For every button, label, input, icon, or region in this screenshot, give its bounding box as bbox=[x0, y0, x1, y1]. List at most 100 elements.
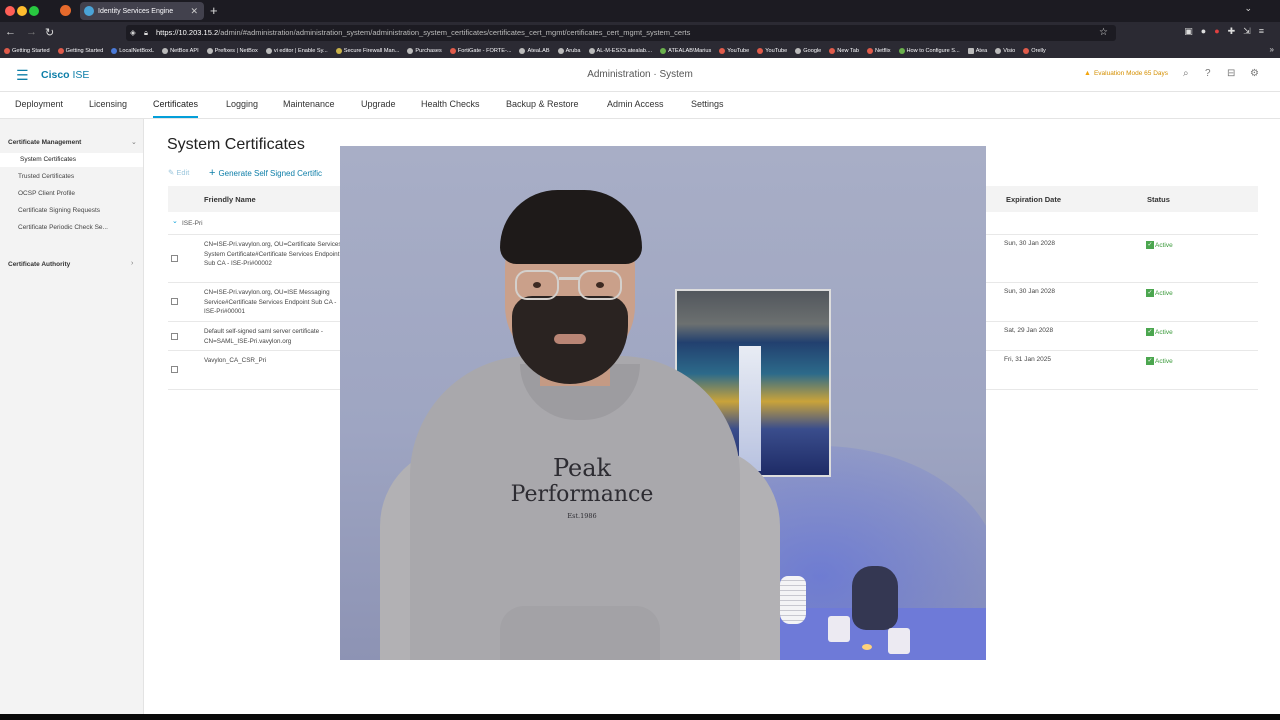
bookmark-item[interactable]: How to Configure S... bbox=[898, 48, 960, 54]
right-eye bbox=[596, 282, 604, 288]
certificate-name[interactable]: CN=ISE-Pri.vavylon.org, OU=Certificate S… bbox=[204, 240, 342, 269]
help-icon[interactable]: ? bbox=[1205, 68, 1211, 79]
pocket-icon[interactable]: ▣ bbox=[1184, 26, 1201, 36]
browser-tab-ise[interactable]: Identity Services Engine ✕ bbox=[80, 2, 204, 20]
shield-icon[interactable]: ◈ bbox=[130, 25, 136, 41]
bookmark-item[interactable]: LocalNetBoxL bbox=[111, 48, 154, 54]
column-status[interactable]: Status bbox=[1147, 195, 1170, 204]
bookmarks-overflow-icon[interactable]: » bbox=[1270, 45, 1274, 54]
bookmark-item[interactable]: YouTube bbox=[757, 48, 787, 54]
notifications-icon[interactable]: ⊟ bbox=[1227, 68, 1235, 79]
url-host: https://10.203.15.2 bbox=[156, 28, 219, 37]
url-bar[interactable]: ◈ 🔒︎ https://10.203.15.2/admin/#administ… bbox=[126, 25, 1116, 41]
glasses-bridge bbox=[559, 277, 579, 280]
bookmark-item[interactable]: Aruba bbox=[557, 48, 581, 54]
extension-icon[interactable]: ● bbox=[1214, 26, 1227, 36]
bookmark-item[interactable]: Netflix bbox=[866, 48, 891, 54]
maximize-window-button[interactable] bbox=[29, 6, 39, 16]
row-checkbox[interactable] bbox=[171, 366, 178, 373]
edit-button[interactable]: ✎ Edit bbox=[168, 168, 189, 177]
bookmark-item[interactable]: Secure Firewall Man... bbox=[335, 48, 399, 54]
sidebar-section-certificate-management[interactable]: Certificate Management bbox=[8, 139, 81, 146]
firefox-view-icon[interactable] bbox=[60, 5, 71, 16]
tab-licensing[interactable]: Licensing bbox=[89, 99, 127, 109]
share-icon[interactable]: ⇲ bbox=[1243, 26, 1259, 36]
bookmark-item[interactable]: ATEALAB\Marius bbox=[660, 48, 711, 54]
bookmark-item[interactable]: AteaLAB bbox=[519, 48, 550, 54]
tab-health-checks[interactable]: Health Checks bbox=[421, 99, 480, 109]
expiration-date: Sun, 30 Jan 2028 bbox=[1004, 288, 1055, 295]
group-label: ISE-Pri bbox=[182, 220, 203, 227]
candle-flame bbox=[862, 644, 872, 650]
account-icon[interactable]: ● bbox=[1201, 26, 1214, 36]
forward-icon[interactable]: → bbox=[26, 26, 37, 38]
bookmark-item[interactable]: NetBox API bbox=[162, 48, 199, 54]
sidebar-item-trusted-certificates[interactable]: Trusted Certificates bbox=[18, 173, 74, 180]
sidebar-item-certificate-signing-requests[interactable]: Certificate Signing Requests bbox=[18, 207, 100, 214]
admin-tabs: Deployment Licensing Certificates Loggin… bbox=[0, 93, 1280, 119]
close-tab-icon[interactable]: ✕ bbox=[190, 6, 198, 17]
tab-upgrade[interactable]: Upgrade bbox=[361, 99, 396, 109]
reload-icon[interactable]: ↻ bbox=[45, 26, 54, 39]
status-badge: ✓ Active bbox=[1146, 328, 1173, 336]
certificate-name[interactable]: Default self-signed saml server certific… bbox=[204, 327, 342, 346]
sidebar-section-certificate-authority[interactable]: Certificate Authority bbox=[8, 261, 70, 268]
tab-maintenance[interactable]: Maintenance bbox=[283, 99, 335, 109]
bookmark-item[interactable]: vi editor | Enable Sy... bbox=[265, 48, 328, 54]
search-icon[interactable]: ⌕ bbox=[1183, 68, 1189, 79]
row-checkbox[interactable] bbox=[171, 333, 178, 340]
webcam-overlay: Peak Performance Est.1986 bbox=[340, 146, 986, 660]
bookmark-item[interactable]: Google bbox=[795, 48, 821, 54]
lock-warning-icon[interactable]: 🔒︎ bbox=[144, 25, 148, 41]
url-path: /admin/#administration/administration_sy… bbox=[218, 28, 691, 37]
glass-lantern bbox=[852, 566, 898, 630]
bookmark-item[interactable]: Visio bbox=[995, 48, 1015, 54]
tab-logging[interactable]: Logging bbox=[226, 99, 258, 109]
bookmark-item[interactable]: New Tab bbox=[829, 48, 859, 54]
column-expiration-date[interactable]: Expiration Date bbox=[1006, 195, 1061, 204]
new-tab-button[interactable]: + bbox=[210, 3, 218, 18]
tab-settings[interactable]: Settings bbox=[691, 99, 724, 109]
evaluation-notice[interactable]: ▲ Evaluation Mode 65 Days bbox=[1084, 70, 1168, 77]
bookmark-item[interactable]: YouTube bbox=[719, 48, 749, 54]
column-friendly-name[interactable]: Friendly Name bbox=[204, 195, 256, 204]
chevron-down-icon[interactable]: ⌄ bbox=[172, 217, 178, 225]
sidebar-item-ocsp-client-profile[interactable]: OCSP Client Profile bbox=[18, 190, 75, 197]
bookmark-item[interactable]: Prefixes | NetBox bbox=[206, 48, 258, 54]
expiration-date: Sat, 29 Jan 2028 bbox=[1004, 327, 1054, 334]
menu-icon[interactable]: ≡ bbox=[1259, 26, 1272, 36]
sidebar-item-system-certificates[interactable]: System Certificates bbox=[0, 153, 143, 167]
sidebar-item-periodic-check[interactable]: Certificate Periodic Check Se... bbox=[18, 224, 108, 231]
settings-gear-icon[interactable]: ⚙ bbox=[1250, 68, 1259, 79]
row-checkbox[interactable] bbox=[171, 298, 178, 305]
generate-self-signed-button[interactable]: + Generate Self Signed Certific bbox=[209, 167, 322, 179]
bookmark-item[interactable]: FortiGate - FORTE-... bbox=[449, 48, 511, 54]
bookmark-item[interactable]: Getting Started bbox=[57, 48, 103, 54]
person-mouth bbox=[554, 334, 586, 344]
bookmark-item[interactable]: Orelly bbox=[1023, 48, 1046, 54]
content-title: System Certificates bbox=[167, 136, 305, 153]
toolbar-extensions: ▣●●✚⇲≡ bbox=[1184, 26, 1272, 37]
minimize-window-button[interactable] bbox=[17, 6, 27, 16]
tab-deployment[interactable]: Deployment bbox=[15, 99, 63, 109]
tab-backup-restore[interactable]: Backup & Restore bbox=[506, 99, 579, 109]
puzzle-icon[interactable]: ✚ bbox=[1228, 26, 1244, 36]
close-window-button[interactable] bbox=[5, 6, 15, 16]
plus-icon: + bbox=[209, 167, 216, 179]
certificate-name[interactable]: Vavylon_CA_CSR_Pri bbox=[204, 356, 342, 366]
tab-admin-access[interactable]: Admin Access bbox=[607, 99, 664, 109]
row-checkbox[interactable] bbox=[171, 255, 178, 262]
certificate-name[interactable]: CN=ISE-Pri.vavylon.org, OU=ISE Messaging… bbox=[204, 288, 342, 317]
bookmark-item[interactable]: Getting Started bbox=[4, 48, 50, 54]
back-icon[interactable]: ← bbox=[5, 26, 16, 38]
bookmark-star-icon[interactable]: ☆ bbox=[1099, 25, 1108, 41]
status-badge: ✓ Active bbox=[1146, 241, 1173, 249]
sweatshirt-print-line1: Peak bbox=[552, 454, 612, 482]
bookmark-item[interactable]: Purchases bbox=[407, 48, 442, 54]
list-tabs-icon[interactable]: ⌄ bbox=[1244, 3, 1252, 14]
chevron-down-icon[interactable]: ⌄ bbox=[131, 138, 137, 146]
tab-certificates[interactable]: Certificates bbox=[153, 99, 199, 118]
bookmark-item[interactable]: Atea bbox=[967, 48, 987, 54]
bookmark-item[interactable]: AL-M-ESX3.atealab.... bbox=[588, 48, 652, 54]
chevron-right-icon[interactable]: › bbox=[131, 260, 133, 267]
